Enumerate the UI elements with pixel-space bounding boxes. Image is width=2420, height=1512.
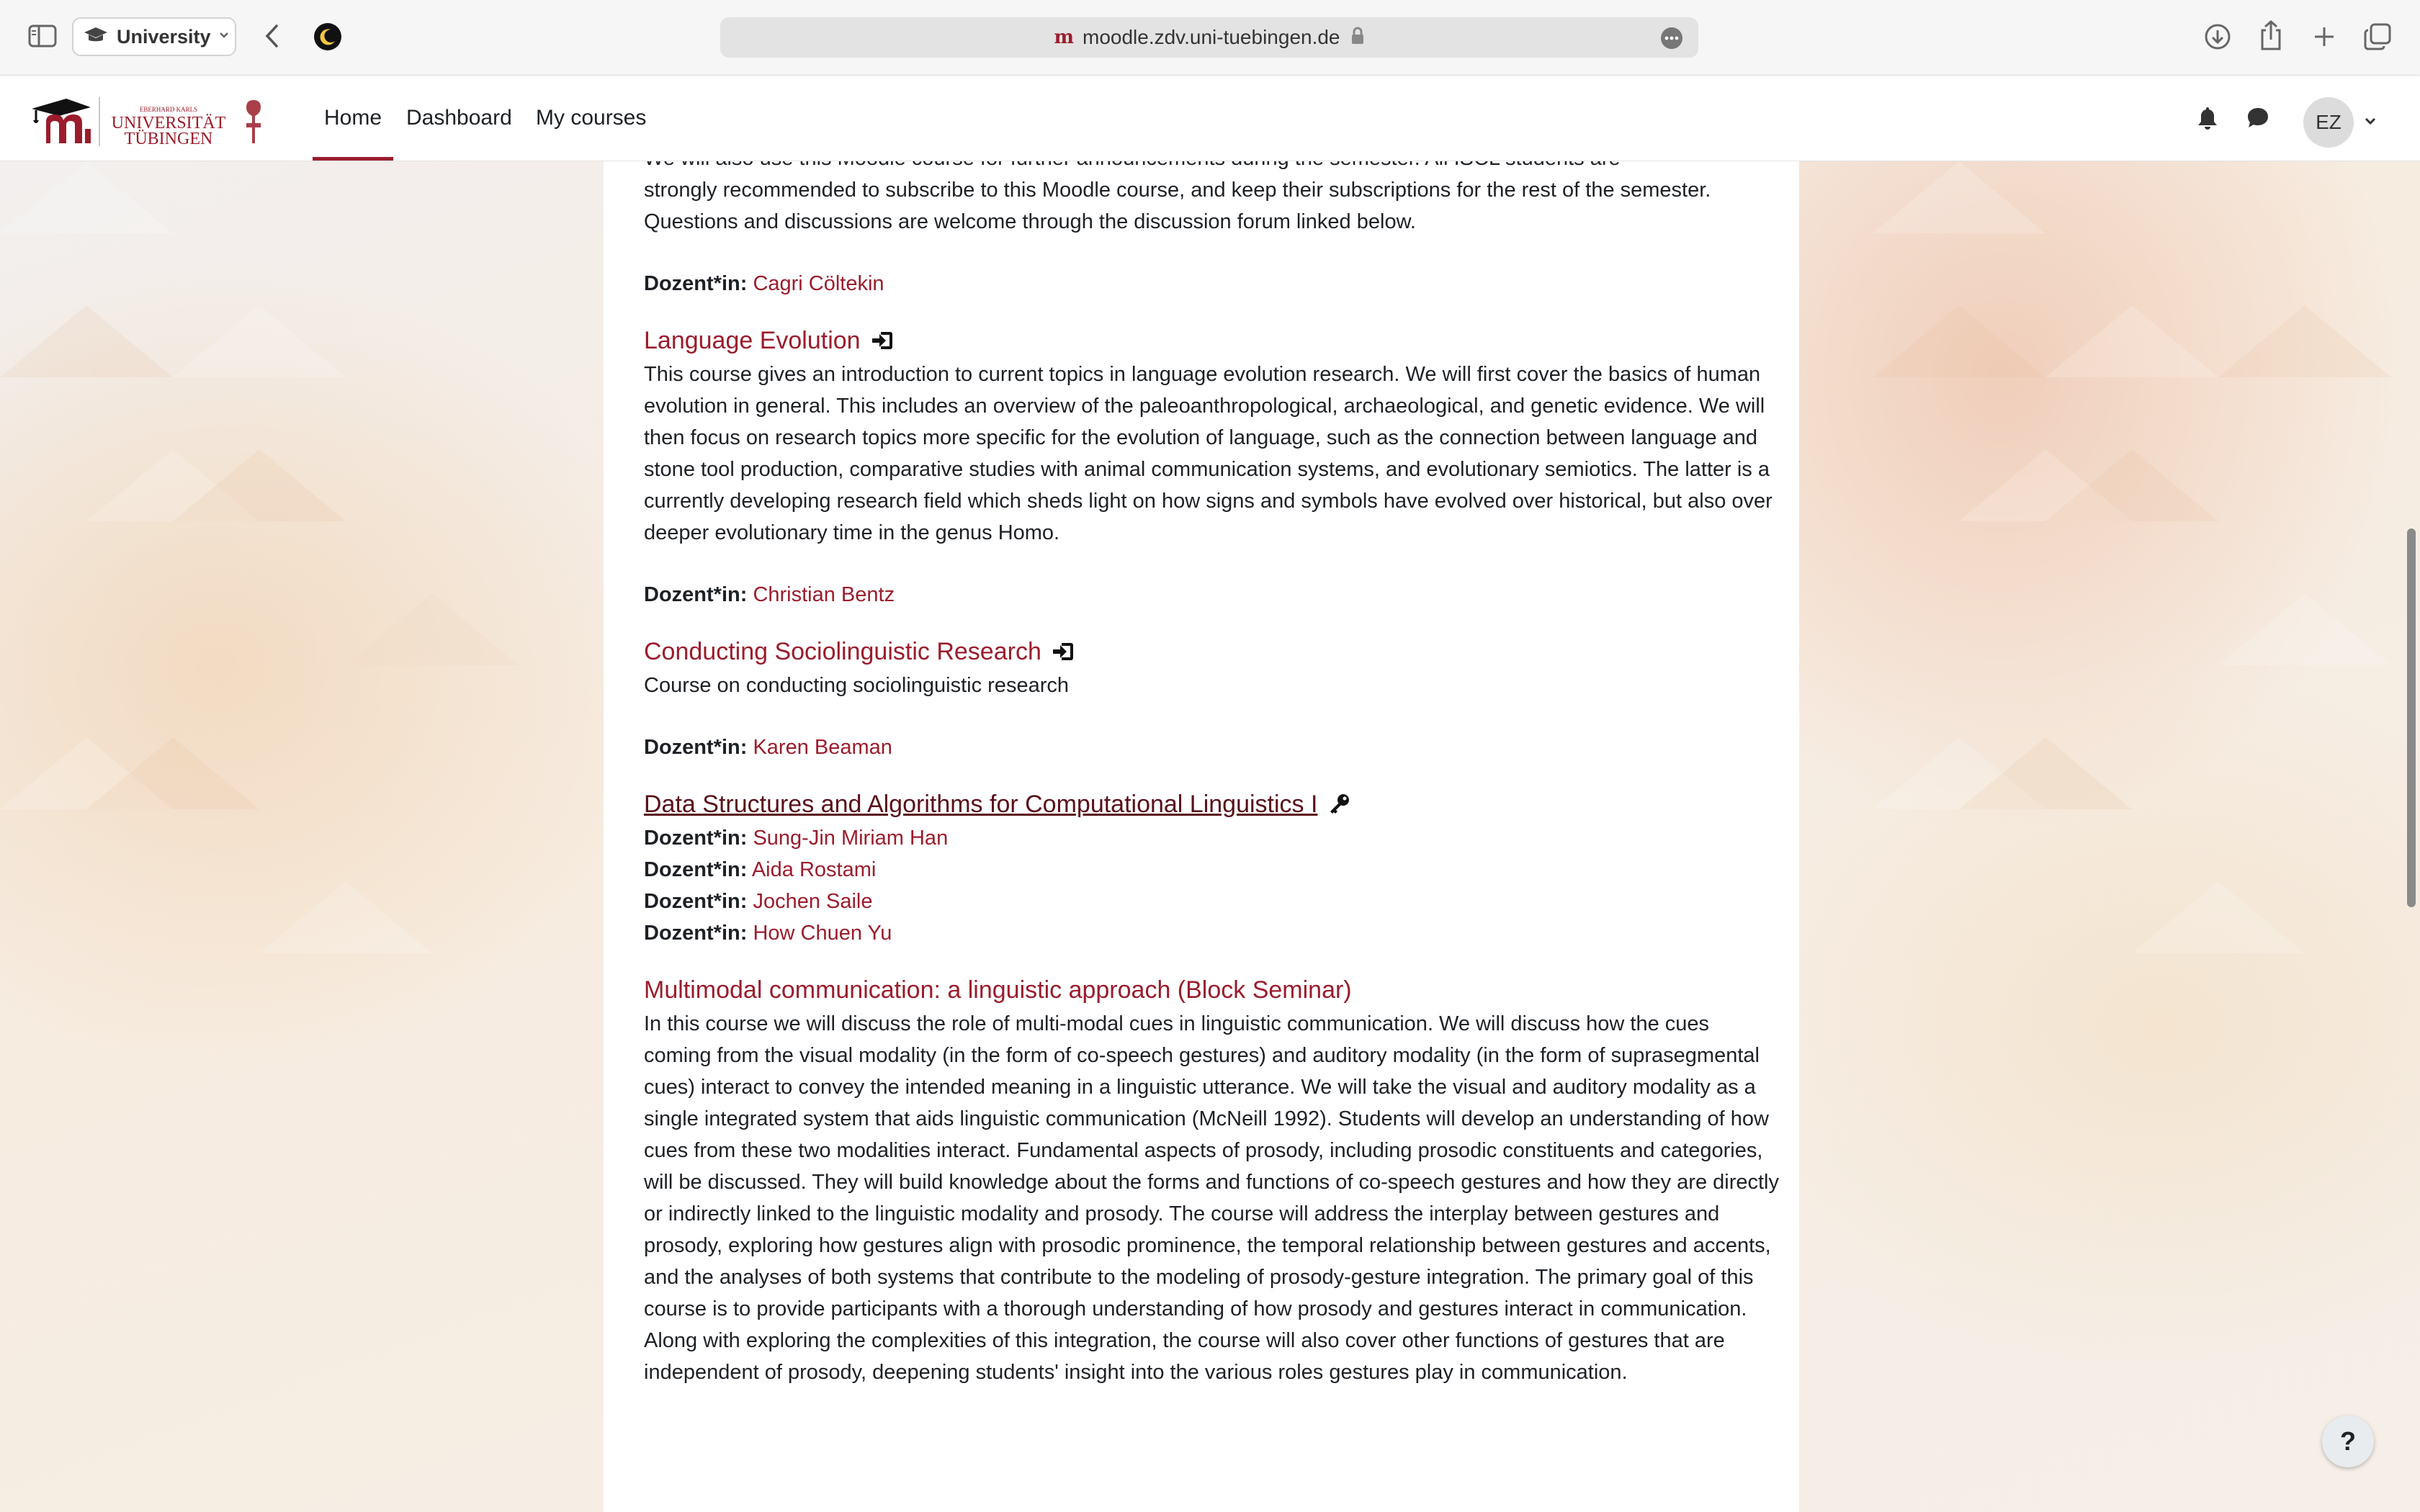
notifications-bell-icon[interactable] [2197, 106, 2218, 134]
teacher-row: Dozent*in: Sung-Jin Miriam Han [644, 822, 1782, 854]
teacher-link[interactable]: Christian Bentz [753, 583, 895, 606]
user-avatar[interactable]: EZ [2303, 97, 2354, 148]
course-list-panel: We will also use this Moodle course for … [604, 161, 1799, 1512]
sidebar-toggle-icon[interactable] [26, 22, 59, 50]
teacher-label: Dozent*in: [644, 583, 748, 606]
course-title[interactable]: Language Evolution [644, 323, 861, 359]
chevron-down-icon [218, 30, 230, 43]
teacher-row: Dozent*in: Aida Rostami [644, 854, 1782, 886]
site-navbar: EBERHARD KARLS UNIVERSITÄT TÜBINGEN Home… [0, 76, 2420, 162]
course-list: We will also use this Moodle course for … [644, 161, 1782, 1388]
lock-icon [1350, 27, 1365, 49]
teacher-link[interactable]: How Chuen Yu [753, 922, 892, 945]
teacher-label: Dozent*in: [644, 890, 748, 913]
teacher-row: Dozent*in: Cagri Cöltekin [644, 268, 1782, 300]
profile-label: University [117, 25, 211, 48]
download-icon[interactable] [2201, 20, 2234, 53]
back-icon[interactable] [258, 22, 287, 50]
course-item: Conducting Sociolinguistic Research Cour… [644, 634, 1782, 763]
graduation-cap-icon [84, 26, 108, 48]
nav-home[interactable]: Home [312, 76, 394, 161]
course-title-link[interactable]: Conducting Sociolinguistic Research [644, 634, 1782, 670]
address-bar[interactable]: m moodle.zdv.uni-tuebingen.de [720, 17, 1698, 58]
teacher-label: Dozent*in: [644, 922, 748, 945]
teacher-row: Dozent*in: Christian Bentz [644, 579, 1782, 611]
nav-my-courses[interactable]: My courses [536, 76, 646, 161]
intro-summary-text: strongly recommended to subscribe to thi… [644, 179, 1711, 233]
teacher-link[interactable]: Aida Rostami [752, 858, 876, 881]
share-icon[interactable] [2254, 19, 2287, 52]
course-title[interactable]: Conducting Sociolinguistic Research [644, 634, 1041, 670]
course-item: Multimodal communication: a linguistic a… [644, 972, 1782, 1388]
moodle-favicon-icon: m [1054, 27, 1074, 48]
logo-small-text: EBERHARD KARLS [140, 106, 197, 113]
key-icon [1327, 793, 1350, 816]
teacher-row: Dozent*in: How Chuen Yu [644, 917, 1782, 949]
teacher-label: Dozent*in: [644, 736, 748, 759]
tab-overview-icon[interactable] [2361, 20, 2394, 53]
teacher-label: Dozent*in: [644, 272, 748, 295]
course-title[interactable]: Multimodal communication: a linguistic a… [644, 972, 1352, 1008]
teacher-link[interactable]: Sung-Jin Miriam Han [753, 827, 948, 850]
messages-chat-icon[interactable] [2246, 106, 2270, 132]
course-title-link[interactable]: Data Structures and Algorithms for Compu… [644, 786, 1782, 822]
teacher-label: Dozent*in: [644, 827, 748, 850]
teacher-link[interactable]: Jochen Saile [753, 890, 872, 913]
logo-line2-text: TÜBINGEN [125, 130, 213, 148]
night-mode-extension-icon[interactable] [313, 22, 343, 52]
help-button[interactable]: ? [2322, 1416, 2374, 1467]
course-item: Language Evolution This course gives an … [644, 323, 1782, 611]
course-summary: Course on conducting sociolinguistic res… [644, 674, 1069, 697]
profile-selector[interactable]: University [72, 17, 236, 56]
browser-toolbar: University m moodle.zdv.uni-tuebingen.de [0, 0, 2420, 76]
course-item: Data Structures and Algorithms for Compu… [644, 786, 1782, 949]
teacher-label: Dozent*in: [644, 858, 748, 881]
teacher-link[interactable]: Cagri Cöltekin [753, 272, 884, 295]
self-enrol-icon [871, 330, 894, 351]
course-summary: In this course we will discuss the role … [644, 1012, 1779, 1384]
user-menu-chevron-icon[interactable] [2364, 116, 2377, 129]
course-title-link[interactable]: Multimodal communication: a linguistic a… [644, 972, 1782, 1008]
course-summary: This course gives an introduction to cur… [644, 363, 1773, 544]
teacher-link[interactable]: Karen Beaman [753, 736, 892, 759]
course-title[interactable]: Data Structures and Algorithms for Compu… [644, 786, 1317, 822]
teacher-row: Dozent*in: Karen Beaman [644, 732, 1782, 763]
url-text: moodle.zdv.uni-tuebingen.de [1083, 26, 1340, 48]
teacher-row: Dozent*in: Jochen Saile [644, 886, 1782, 917]
course-title-link[interactable]: Language Evolution [644, 323, 1782, 359]
university-logo[interactable]: EBERHARD KARLS UNIVERSITÄT TÜBINGEN [24, 87, 269, 152]
page-scrollbar-thumb[interactable] [2407, 528, 2416, 907]
intro-partial-line: We will also use this Moodle course for … [644, 161, 1782, 174]
self-enrol-icon [1052, 641, 1075, 662]
nav-dashboard[interactable]: Dashboard [406, 76, 512, 161]
page-menu-icon[interactable] [1661, 27, 1682, 49]
course-summary-intro: We will also use this Moodle course for … [644, 161, 1782, 300]
new-tab-icon[interactable] [2308, 20, 2341, 53]
